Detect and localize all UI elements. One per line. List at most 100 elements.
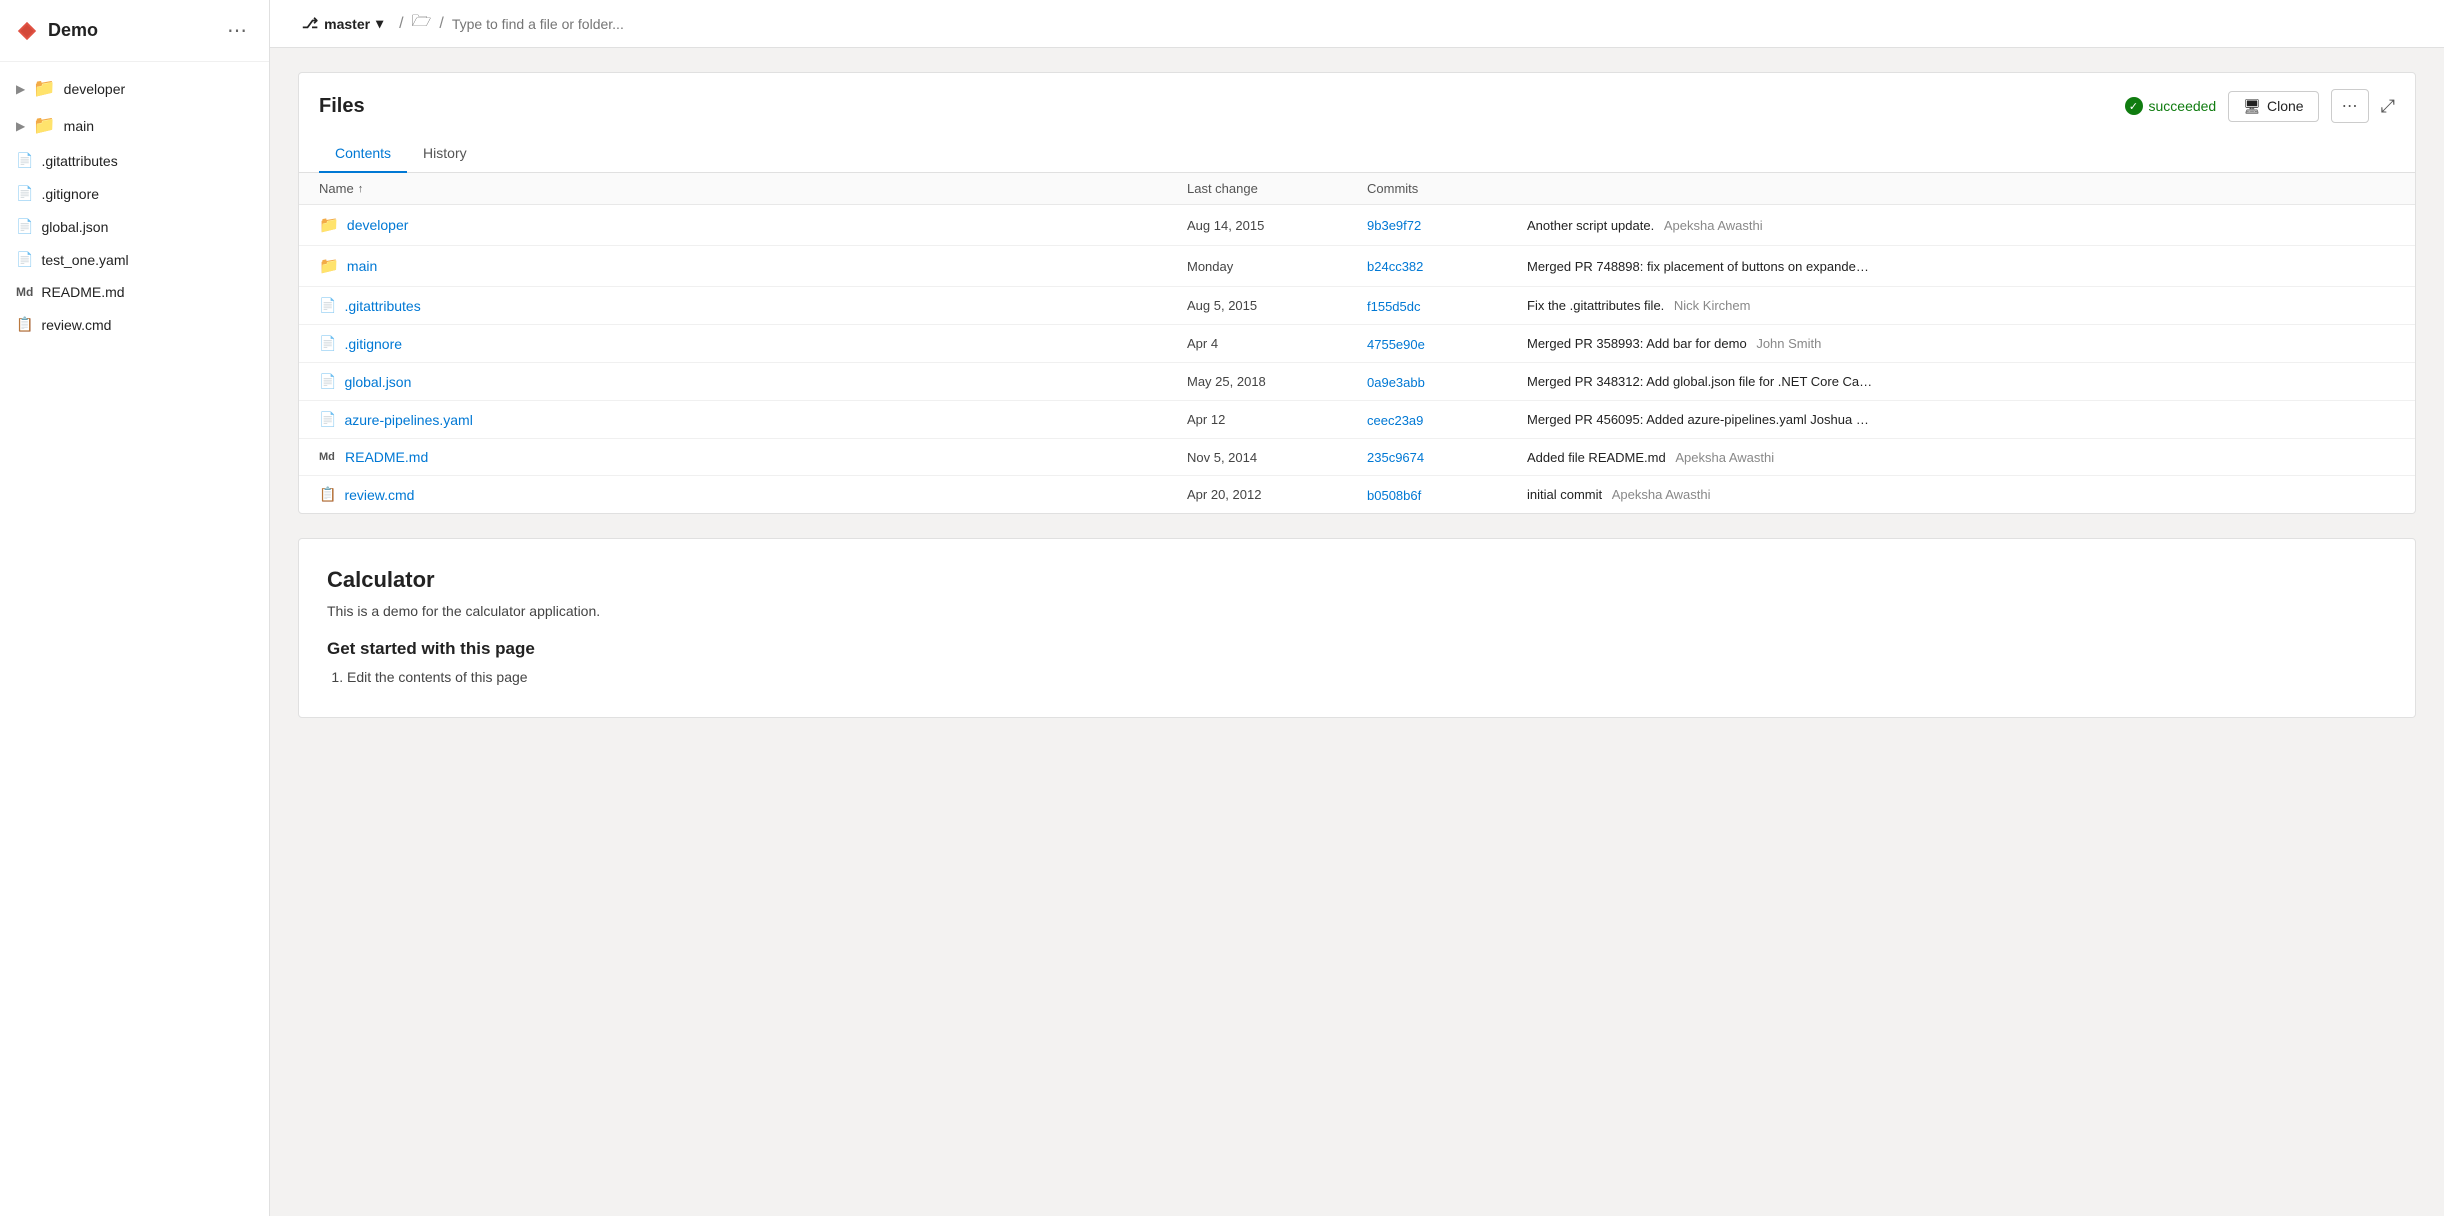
sidebar-item-developer[interactable]: ▶ 📁 developer bbox=[0, 70, 269, 107]
cmd-icon: 📋 bbox=[16, 316, 33, 333]
readme-steps-list: Edit the contents of this page bbox=[327, 669, 2387, 685]
files-table: Name ↑ Last change Commits 📁 developer bbox=[299, 173, 2415, 513]
commit-hash-cell[interactable]: b0508b6f bbox=[1367, 487, 1527, 503]
table-row: Md README.md Nov 5, 2014 235c9674 Added … bbox=[299, 439, 2415, 476]
sidebar-file-label: test_one.yaml bbox=[41, 252, 128, 268]
cmd-icon: 📋 bbox=[319, 486, 336, 503]
commit-hash[interactable]: ceec23a9 bbox=[1367, 413, 1423, 428]
tabs: Contents History bbox=[299, 135, 2415, 173]
sidebar-file-label: global.json bbox=[41, 219, 108, 235]
content-area: Files ✓ succeeded 🖥 Clone ⋯ ⤢ Contents bbox=[270, 48, 2444, 1216]
file-icon: 📄 bbox=[319, 373, 336, 390]
app-title: Demo bbox=[48, 20, 98, 41]
commit-hash-cell[interactable]: 235c9674 bbox=[1367, 449, 1527, 465]
commit-msg-cell: Added file README.md Apeksha Awasthi bbox=[1527, 450, 2395, 465]
status-badge: ✓ succeeded bbox=[2125, 97, 2217, 115]
commit-hash[interactable]: 235c9674 bbox=[1367, 450, 1424, 465]
commit-hash-cell[interactable]: b24cc382 bbox=[1367, 258, 1527, 274]
commit-hash-cell[interactable]: ceec23a9 bbox=[1367, 412, 1527, 428]
readme-title: Calculator bbox=[327, 567, 2387, 593]
file-name-cell[interactable]: 📋 review.cmd bbox=[319, 486, 1187, 503]
branch-name: master bbox=[324, 16, 370, 32]
file-name: main bbox=[347, 258, 377, 274]
commit-hash-cell[interactable]: 9b3e9f72 bbox=[1367, 217, 1527, 233]
files-actions: ✓ succeeded 🖥 Clone ⋯ ⤢ bbox=[2125, 89, 2396, 123]
commit-msg-cell: Merged PR 748898: fix placement of butto… bbox=[1527, 259, 2395, 274]
commit-hash[interactable]: f155d5dc bbox=[1367, 299, 1421, 314]
commit-hash[interactable]: 9b3e9f72 bbox=[1367, 218, 1421, 233]
table-row: 📁 main Monday b24cc382 Merged PR 748898:… bbox=[299, 246, 2415, 287]
commit-message: Merged PR 358993: Add bar for demo bbox=[1527, 336, 1747, 351]
last-change-cell: Aug 5, 2015 bbox=[1187, 298, 1367, 313]
expand-button[interactable]: ⤢ bbox=[2381, 96, 2395, 117]
commit-msg-cell: Merged PR 456095: Added azure-pipelines.… bbox=[1527, 412, 2395, 427]
branch-selector-button[interactable]: ⎇ master ▾ bbox=[294, 11, 391, 36]
readme-step-1: Edit the contents of this page bbox=[347, 669, 2387, 685]
commit-hash-cell[interactable]: 0a9e3abb bbox=[1367, 374, 1527, 390]
markdown-icon: Md bbox=[319, 451, 337, 463]
files-title: Files bbox=[319, 95, 365, 118]
file-name: azure-pipelines.yaml bbox=[344, 412, 472, 428]
files-header: Files ✓ succeeded 🖥 Clone ⋯ ⤢ bbox=[299, 73, 2415, 123]
file-name-cell[interactable]: 📄 .gitattributes bbox=[319, 297, 1187, 314]
folder-nav-icon: 🗁 bbox=[412, 10, 432, 37]
folder-icon: 📁 bbox=[33, 115, 55, 136]
clone-button[interactable]: 🖥 Clone bbox=[2228, 91, 2318, 122]
file-icon: 📄 bbox=[16, 152, 33, 169]
app-logo: Demo bbox=[16, 20, 98, 42]
commit-message: Merged PR 748898: fix placement of butto… bbox=[1527, 259, 1869, 274]
file-name-cell[interactable]: 📄 global.json bbox=[319, 373, 1187, 390]
file-name-cell[interactable]: 📁 main bbox=[319, 256, 1187, 276]
sidebar-item-gitattributes[interactable]: 📄 .gitattributes bbox=[0, 144, 269, 177]
commit-hash-cell[interactable]: f155d5dc bbox=[1367, 298, 1527, 314]
sidebar-item-test-yaml[interactable]: 📄 test_one.yaml bbox=[0, 243, 269, 276]
sidebar-item-global-json[interactable]: 📄 global.json bbox=[0, 210, 269, 243]
sidebar-item-main[interactable]: ▶ 📁 main bbox=[0, 107, 269, 144]
sidebar-file-label: README.md bbox=[41, 284, 124, 300]
file-icon: 📄 bbox=[16, 251, 33, 268]
last-change-cell: Apr 12 bbox=[1187, 412, 1367, 427]
sidebar-more-button[interactable]: ⋯ bbox=[221, 16, 253, 45]
file-name-cell[interactable]: 📄 .gitignore bbox=[319, 335, 1187, 352]
readme-description: This is a demo for the calculator applic… bbox=[327, 603, 2387, 619]
last-change-cell: Aug 14, 2015 bbox=[1187, 218, 1367, 233]
commit-hash-cell[interactable]: 4755e90e bbox=[1367, 336, 1527, 352]
commit-message: Merged PR 456095: Added azure-pipelines.… bbox=[1527, 412, 1869, 427]
file-icon: 📄 bbox=[319, 297, 336, 314]
file-name-cell[interactable]: Md README.md bbox=[319, 449, 1187, 465]
file-icon: 📄 bbox=[16, 185, 33, 202]
commit-hash[interactable]: 0a9e3abb bbox=[1367, 375, 1425, 390]
file-name: developer bbox=[347, 217, 409, 233]
commit-hash[interactable]: 4755e90e bbox=[1367, 337, 1425, 352]
file-name: review.cmd bbox=[344, 487, 414, 503]
commit-author: Nick Kirchem bbox=[1674, 298, 1751, 313]
sidebar-item-readme[interactable]: Md README.md bbox=[0, 276, 269, 308]
commits-col-label: Commits bbox=[1367, 181, 1418, 196]
file-name-cell[interactable]: 📁 developer bbox=[319, 215, 1187, 235]
tab-contents[interactable]: Contents bbox=[319, 135, 407, 173]
clone-label: Clone bbox=[2267, 98, 2304, 114]
col-header-name: Name ↑ bbox=[319, 181, 1187, 196]
files-section: Files ✓ succeeded 🖥 Clone ⋯ ⤢ Contents bbox=[298, 72, 2416, 514]
more-options-button[interactable]: ⋯ bbox=[2331, 89, 2369, 123]
path-input[interactable] bbox=[452, 16, 2420, 32]
commit-msg-cell: Merged PR 348312: Add global.json file f… bbox=[1527, 374, 2395, 389]
chevron-right-icon: ▶ bbox=[16, 119, 25, 133]
commit-hash[interactable]: b24cc382 bbox=[1367, 259, 1423, 274]
col-header-msg bbox=[1527, 181, 2395, 196]
sidebar: Demo ⋯ ▶ 📁 developer ▶ 📁 main 📄 .gitattr… bbox=[0, 0, 270, 1216]
commit-hash[interactable]: b0508b6f bbox=[1367, 488, 1421, 503]
commit-msg-cell: initial commit Apeksha Awasthi bbox=[1527, 487, 2395, 502]
file-name-cell[interactable]: 📄 azure-pipelines.yaml bbox=[319, 411, 1187, 428]
tab-history[interactable]: History bbox=[407, 135, 483, 173]
status-check-icon: ✓ bbox=[2125, 97, 2143, 115]
file-name: .gitignore bbox=[344, 336, 402, 352]
sidebar-file-label: .gitignore bbox=[41, 186, 99, 202]
sidebar-item-review-cmd[interactable]: 📋 review.cmd bbox=[0, 308, 269, 341]
commit-message: Fix the .gitattributes file. bbox=[1527, 298, 1664, 313]
branch-chevron-icon: ▾ bbox=[376, 15, 383, 32]
name-col-label: Name bbox=[319, 181, 354, 196]
sidebar-item-gitignore[interactable]: 📄 .gitignore bbox=[0, 177, 269, 210]
path-separator-2: / bbox=[439, 15, 443, 33]
table-row: 📄 global.json May 25, 2018 0a9e3abb Merg… bbox=[299, 363, 2415, 401]
